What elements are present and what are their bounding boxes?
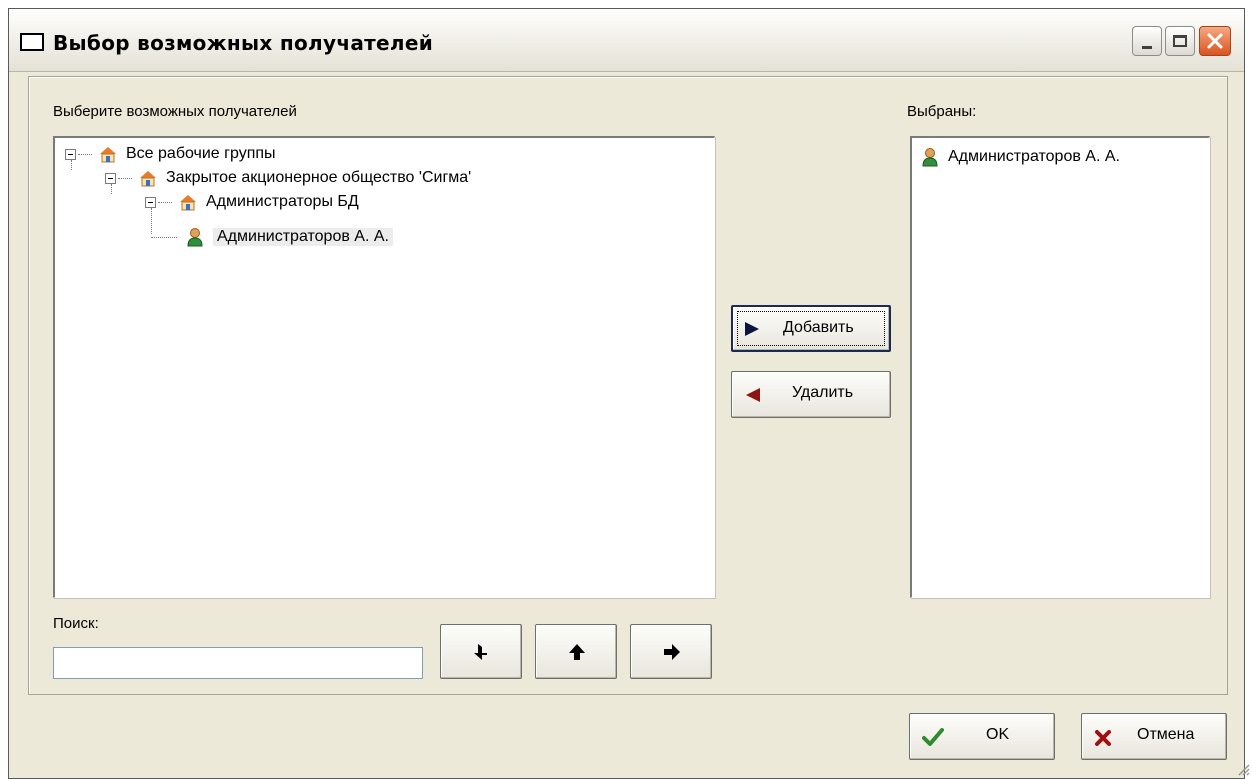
remove-button-label: Удалить bbox=[792, 384, 854, 401]
user-icon bbox=[922, 148, 938, 167]
tree-node-all-groups[interactable]: Все рабочие группы bbox=[65, 142, 276, 166]
close-icon bbox=[1207, 33, 1223, 49]
ok-button[interactable]: OK bbox=[909, 713, 1055, 760]
add-button[interactable]: Добавить bbox=[731, 305, 891, 352]
house-icon bbox=[140, 171, 156, 187]
x-icon bbox=[1095, 730, 1111, 746]
window-title: Выбор возможных получателей bbox=[53, 31, 434, 55]
user-icon bbox=[187, 228, 203, 247]
cancel-button[interactable]: Отмена bbox=[1081, 713, 1227, 760]
tree-node-db-admins[interactable]: Администраторы БД bbox=[145, 190, 359, 214]
maximize-button[interactable] bbox=[1165, 26, 1195, 56]
minimize-icon bbox=[1142, 45, 1152, 49]
title-bar[interactable]: Выбор возможных получателей bbox=[9, 9, 1244, 72]
play-right-icon bbox=[745, 322, 759, 336]
tree-node-label: Администраторы БД bbox=[206, 193, 359, 210]
arrow-back-icon bbox=[474, 644, 487, 660]
available-recipients-label: Выберите возможных получателей bbox=[53, 103, 297, 120]
arrow-up-icon bbox=[569, 644, 585, 660]
nav-back-button[interactable] bbox=[440, 624, 522, 679]
search-label: Поиск: bbox=[53, 615, 99, 632]
close-button[interactable] bbox=[1199, 26, 1231, 56]
search-input[interactable] bbox=[53, 647, 423, 679]
tree-node-sigma[interactable]: Закрытое акционерное общество 'Сигма' bbox=[105, 166, 471, 190]
recipients-tree[interactable]: Все рабочие группы Закрытое акционерное … bbox=[53, 136, 715, 598]
maximize-icon bbox=[1173, 35, 1187, 47]
selected-item-label: Администраторов А. А. bbox=[948, 148, 1120, 165]
collapse-icon[interactable] bbox=[65, 148, 76, 160]
window-icon bbox=[20, 33, 44, 51]
tree-node-label: Все рабочие группы bbox=[126, 145, 276, 162]
remove-button[interactable]: Удалить bbox=[731, 371, 891, 418]
house-icon bbox=[180, 195, 196, 211]
selected-list-item[interactable]: Администраторов А. А. bbox=[920, 145, 1120, 169]
collapse-icon[interactable] bbox=[105, 172, 116, 184]
checkmark-icon bbox=[922, 728, 944, 746]
arrow-forward-icon bbox=[664, 644, 680, 660]
tree-node-label: Закрытое акционерное общество 'Сигма' bbox=[166, 169, 472, 186]
minimize-button[interactable] bbox=[1132, 26, 1162, 56]
tree-node-user[interactable]: Администраторов А. А. bbox=[151, 225, 393, 249]
collapse-icon[interactable] bbox=[145, 196, 156, 208]
house-icon bbox=[100, 147, 116, 163]
resize-grip-icon[interactable] bbox=[1236, 762, 1250, 776]
add-button-label: Добавить bbox=[783, 319, 854, 336]
cancel-button-label: Отмена bbox=[1137, 726, 1195, 743]
nav-up-button[interactable] bbox=[535, 624, 617, 679]
tree-node-label: Администраторов А. А. bbox=[213, 228, 393, 246]
play-left-icon bbox=[746, 388, 760, 402]
ok-button-label: OK bbox=[986, 726, 1010, 743]
nav-forward-button[interactable] bbox=[630, 624, 712, 679]
selected-recipients-label: Выбраны: bbox=[907, 103, 977, 120]
selected-recipients-list[interactable]: Администраторов А. А. bbox=[910, 136, 1210, 598]
